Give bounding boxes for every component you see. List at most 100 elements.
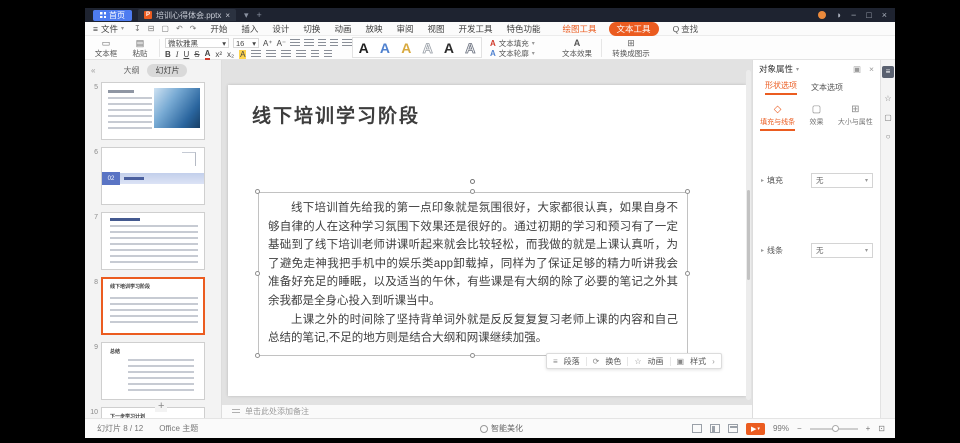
recolor-button[interactable]: 换色 [605, 356, 621, 367]
tab-slideshow[interactable]: 放映 [365, 23, 382, 35]
convert-to-diagram-button[interactable]: ⊞ 转换成图示 [607, 38, 655, 58]
home-tab[interactable]: 首页 [93, 10, 132, 21]
highlight-button[interactable]: A [239, 50, 246, 59]
expand-arrow-icon[interactable]: ▸ [761, 177, 764, 184]
wordart-style-4[interactable]: A [423, 40, 433, 56]
more-chevron-icon[interactable]: › [712, 357, 715, 366]
text-direction-icon[interactable] [324, 50, 332, 58]
subscript-button[interactable]: x₂ [227, 50, 234, 59]
font-name-select[interactable]: 微软雅黑▾ [165, 38, 229, 48]
canvas-scrollbar[interactable] [746, 70, 751, 400]
grow-font-button[interactable]: A⁺ [263, 39, 273, 48]
zoom-out-icon[interactable]: − [797, 424, 802, 433]
columns-icon[interactable] [311, 50, 319, 58]
tab-animation[interactable]: 动画 [334, 23, 351, 35]
bullet-list-icon[interactable] [290, 39, 300, 47]
line-select[interactable]: 无 ▾ [811, 243, 873, 258]
slide-sorter-view-icon[interactable] [710, 424, 720, 433]
outline-tab[interactable]: 大纲 [123, 65, 139, 76]
document-tab[interactable]: P 培训心得体会.pptx × [138, 9, 236, 21]
new-tab-button[interactable]: + [257, 10, 262, 20]
thumbnail-row-6[interactable]: 6 02 [85, 147, 222, 205]
panel-menu-icon[interactable]: ≡ [882, 66, 894, 78]
thumbnail-row-5[interactable]: 5 [85, 82, 222, 140]
reading-view-icon[interactable] [728, 424, 738, 433]
add-slide-button[interactable]: + [155, 400, 167, 412]
tab-home[interactable]: 开始 [210, 23, 227, 35]
notes-bar[interactable]: 单击此处添加备注 [222, 404, 752, 418]
zoom-in-icon[interactable]: + [866, 424, 871, 433]
bold-button[interactable]: B [165, 50, 171, 59]
slide-8-thumbnail-selected[interactable]: 线下培训学习阶段 [101, 277, 205, 335]
close-panel-icon[interactable]: × [869, 64, 874, 74]
zoom-level[interactable]: 99% [773, 424, 789, 433]
slideshow-play-button[interactable]: ▶▾ [746, 423, 765, 435]
current-slide[interactable]: 线下培训学习阶段 线下培训首先给我的第一点印象就是氛围很好，大家都很认真，如果自… [228, 85, 746, 396]
thumbnail-row-9[interactable]: 9 总结 [85, 342, 222, 400]
tab-drawing-tools[interactable]: 绘图工具 [563, 23, 597, 35]
effects-subtab[interactable]: ▢ 效果 [809, 104, 823, 131]
slide-10-thumbnail[interactable]: 下一步学习计划 [101, 407, 205, 418]
thumbnail-row-7[interactable]: 7 [85, 212, 222, 270]
favorites-icon[interactable]: ☆ [881, 94, 895, 103]
resize-handle-sw[interactable] [255, 353, 260, 358]
resize-handle-w[interactable] [255, 271, 260, 276]
animation-button[interactable]: 动画 [648, 356, 664, 367]
body-textbox-selected[interactable]: 线下培训首先给我的第一点印象就是氛围很好，大家都很认真，如果自身不够自律的人在这… [258, 192, 688, 356]
superscript-button[interactable]: x² [215, 50, 222, 59]
save-icon[interactable]: ↧ [134, 24, 141, 33]
slide-title[interactable]: 线下培训学习阶段 [252, 101, 420, 128]
font-size-select[interactable]: 16▾ [233, 38, 259, 48]
wordart-style-1[interactable]: A [359, 40, 369, 56]
slide-6-thumbnail[interactable]: 02 [101, 147, 205, 205]
tab-developer[interactable]: 开发工具 [459, 23, 493, 35]
align-right-icon[interactable] [281, 50, 291, 58]
zoom-slider-thumb[interactable] [832, 425, 839, 432]
normal-view-icon[interactable] [692, 424, 702, 433]
tab-features[interactable]: 特色功能 [507, 23, 541, 35]
fill-line-subtab[interactable]: ◇ 填充与线条 [760, 104, 795, 131]
wordart-style-2[interactable]: A [380, 40, 390, 56]
slide-9-thumbnail[interactable]: 总结 [101, 342, 205, 400]
text-options-tab[interactable]: 文本选项 [811, 82, 843, 93]
resize-handle-ne[interactable] [685, 189, 690, 194]
shape-options-tab[interactable]: 形状选项 [765, 80, 797, 95]
thumbnail-row-10[interactable]: 10 下一步学习计划 [85, 407, 222, 418]
paste-button[interactable]: ▤ 粘贴 [125, 38, 155, 58]
appearance-icon[interactable]: ◑ [836, 10, 841, 20]
find-button[interactable]: Q 查找 [673, 23, 699, 35]
undo-icon[interactable]: ↶ [176, 24, 183, 33]
shrink-font-button[interactable]: A⁻ [277, 39, 287, 48]
print-icon[interactable]: ⊟ [148, 24, 155, 33]
resize-handle-nw[interactable] [255, 189, 260, 194]
shapes-icon[interactable]: ▢ [881, 113, 895, 122]
font-color-button[interactable]: A [205, 49, 211, 60]
thumbnail-row-8[interactable]: 8 线下培训学习阶段 [85, 277, 222, 335]
wordart-style-6[interactable]: A [465, 40, 475, 56]
slide-7-thumbnail[interactable] [101, 212, 205, 270]
wordart-style-3[interactable]: A [401, 40, 411, 56]
resize-handle-s[interactable] [470, 353, 475, 358]
user-avatar[interactable] [818, 11, 826, 19]
tab-view[interactable]: 视图 [427, 23, 444, 35]
align-center-icon[interactable] [266, 50, 276, 58]
maximize-button[interactable]: □ [866, 10, 871, 20]
tab-review[interactable]: 审阅 [396, 23, 413, 35]
close-button[interactable]: × [882, 10, 887, 20]
tab-text-tools-active[interactable]: 文本工具 [609, 22, 659, 36]
preview-icon[interactable]: ▢ [161, 24, 169, 33]
size-properties-subtab[interactable]: ⊞ 大小与属性 [838, 104, 873, 131]
chevron-down-icon[interactable]: ▾ [796, 66, 799, 73]
decrease-indent-icon[interactable] [318, 39, 326, 47]
redo-icon[interactable]: ↷ [190, 24, 197, 33]
resize-handle-n[interactable] [470, 189, 475, 194]
dock-panel-icon[interactable]: ▣ [853, 64, 861, 75]
paragraph-button[interactable]: 段落 [564, 356, 580, 367]
resize-handle-e[interactable] [685, 271, 690, 276]
text-outline-button[interactable]: A 文本轮廓 ▾ [490, 48, 535, 58]
theme-name[interactable]: Office 主题 [159, 423, 198, 434]
minimize-button[interactable]: − [851, 10, 856, 20]
fit-to-window-icon[interactable]: ⊡ [878, 424, 885, 433]
numbered-list-icon[interactable] [304, 39, 314, 47]
text-fill-button[interactable]: A 文本填充 ▾ [490, 38, 535, 48]
